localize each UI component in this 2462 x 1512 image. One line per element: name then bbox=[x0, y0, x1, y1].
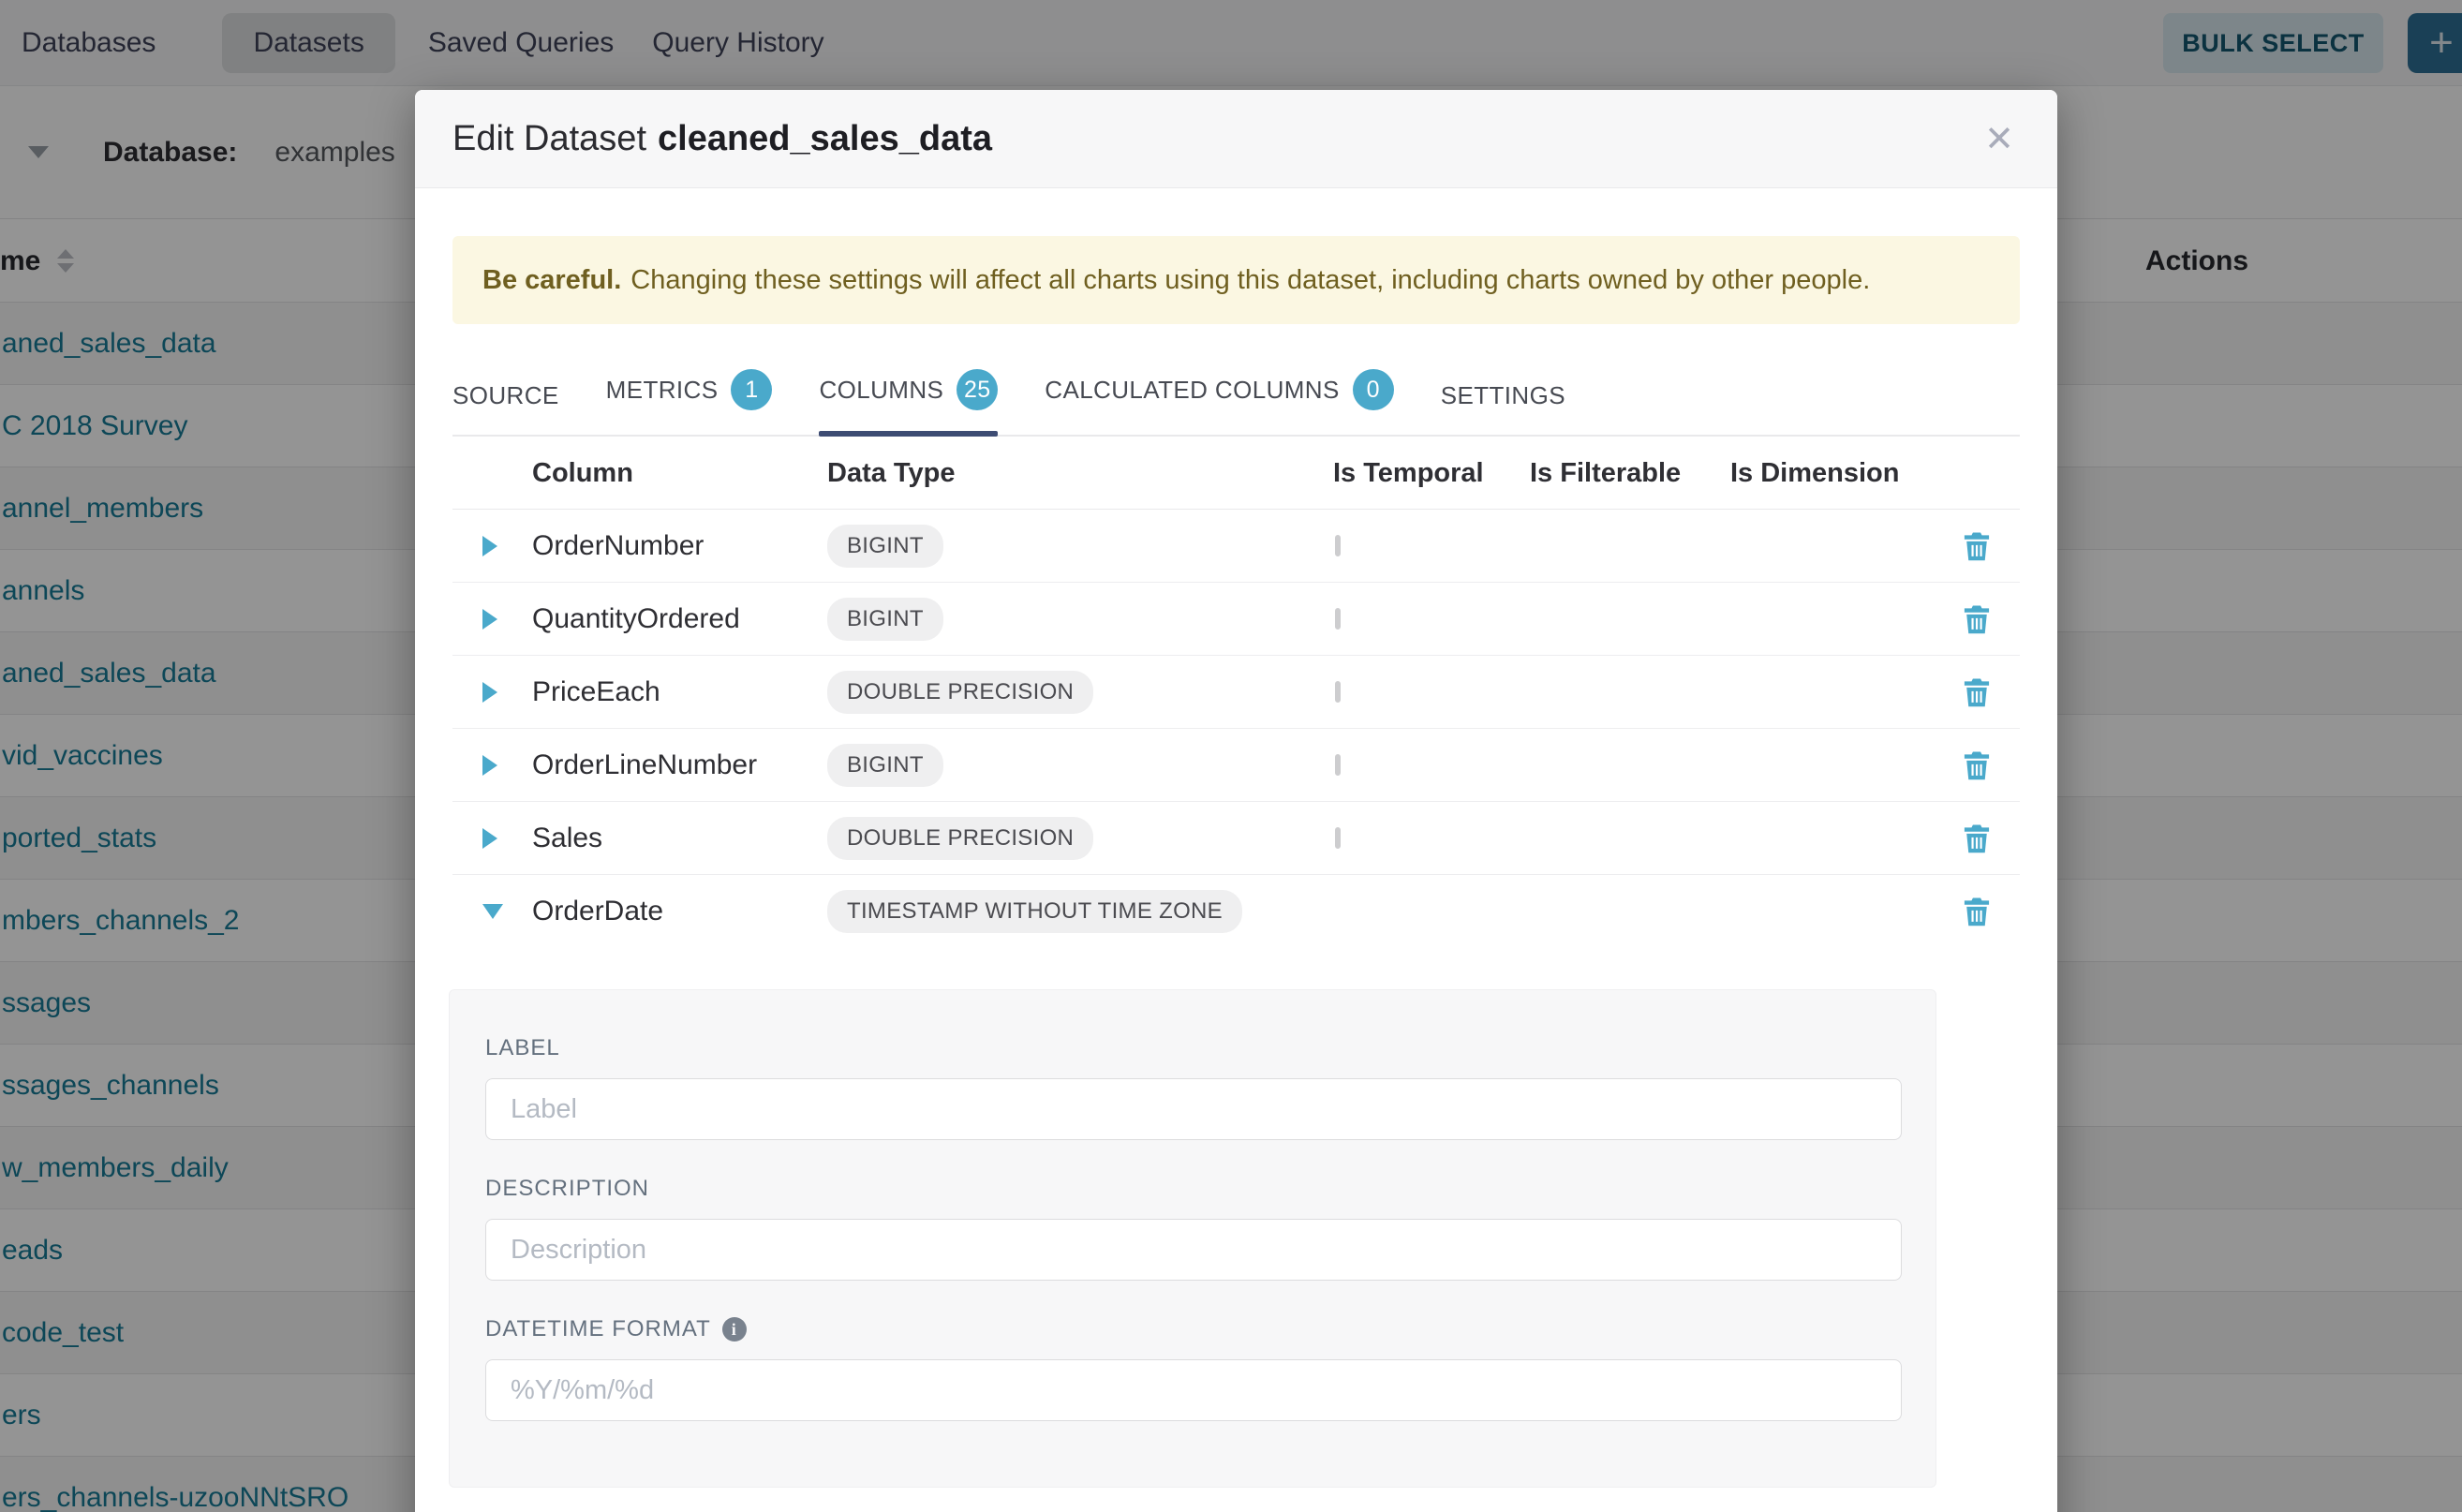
columns-count-badge: 25 bbox=[957, 369, 998, 410]
label-field-label: LABEL bbox=[485, 1035, 1900, 1061]
modal-tabs: SOURCE METRICS 1 COLUMNS 25 CALCULATED C… bbox=[452, 356, 2020, 437]
expand-caret-icon[interactable] bbox=[452, 536, 516, 556]
tab-label: COLUMNS bbox=[819, 376, 943, 405]
column-row: OrderLineNumber BIGINT bbox=[452, 729, 2020, 802]
column-row: QuantityOrdered BIGINT bbox=[452, 583, 2020, 656]
modal-title-prefix: Edit Dataset bbox=[452, 119, 646, 159]
tab-label: METRICS bbox=[606, 376, 719, 405]
tab-label: SOURCE bbox=[452, 381, 559, 410]
tab-metrics[interactable]: METRICS 1 bbox=[606, 356, 773, 435]
info-icon[interactable]: i bbox=[722, 1317, 747, 1342]
delete-column-icon[interactable] bbox=[1963, 531, 1991, 561]
label-input[interactable] bbox=[485, 1078, 1902, 1140]
column-edit-panel: LABEL DESCRIPTION DATETIME FORMAT i bbox=[449, 989, 1936, 1488]
column-row: PriceEach DOUBLE PRECISION bbox=[452, 656, 2020, 729]
description-field-group: DESCRIPTION bbox=[485, 1176, 1900, 1281]
description-input[interactable] bbox=[485, 1219, 1902, 1281]
tab-label: CALCULATED COLUMNS bbox=[1045, 376, 1339, 405]
column-name: QuantityOrdered bbox=[516, 603, 827, 635]
tab-settings[interactable]: SETTINGS bbox=[1441, 368, 1565, 435]
column-row: OrderNumber BIGINT bbox=[452, 510, 2020, 583]
data-type-pill: BIGINT bbox=[827, 525, 943, 568]
delete-column-icon[interactable] bbox=[1963, 677, 1991, 707]
is-temporal-header: Is Temporal bbox=[1333, 458, 1530, 489]
delete-column-icon[interactable] bbox=[1963, 604, 1991, 634]
data-type-pill: BIGINT bbox=[827, 598, 943, 641]
tab-columns[interactable]: COLUMNS 25 bbox=[819, 356, 998, 435]
columns-table-header: Column Data Type Is Temporal Is Filterab… bbox=[452, 438, 2020, 510]
is-temporal-checkbox[interactable] bbox=[1335, 535, 1341, 556]
modal-title-dataset-name: cleaned_sales_data bbox=[658, 119, 992, 159]
warning-banner: Be careful. Changing these settings will… bbox=[452, 236, 2020, 324]
is-dimension-header: Is Dimension bbox=[1730, 458, 1933, 489]
warning-text: Changing these settings will affect all … bbox=[630, 265, 1870, 296]
column-row: Sales DOUBLE PRECISION bbox=[452, 802, 2020, 875]
tab-label: SETTINGS bbox=[1441, 381, 1565, 410]
expand-caret-icon[interactable] bbox=[452, 828, 516, 849]
delete-column-icon[interactable] bbox=[1963, 897, 1991, 926]
modal-body: Be careful. Changing these settings will… bbox=[415, 236, 2057, 1488]
delete-column-icon[interactable] bbox=[1963, 750, 1991, 780]
column-name: OrderNumber bbox=[516, 530, 827, 562]
expand-caret-icon[interactable] bbox=[452, 755, 516, 776]
datetime-format-field-group: DATETIME FORMAT i bbox=[485, 1316, 1900, 1421]
edit-dataset-modal: Edit Dataset cleaned_sales_data ✕ Be car… bbox=[415, 90, 2057, 1512]
is-temporal-checkbox[interactable] bbox=[1335, 681, 1341, 703]
column-name: OrderLineNumber bbox=[516, 749, 827, 781]
column-name: PriceEach bbox=[516, 676, 827, 708]
datetime-format-input[interactable] bbox=[485, 1359, 1902, 1421]
data-type-pill: DOUBLE PRECISION bbox=[827, 817, 1093, 860]
is-filterable-header: Is Filterable bbox=[1530, 458, 1730, 489]
is-temporal-checkbox[interactable] bbox=[1335, 754, 1341, 776]
column-header: Column bbox=[516, 458, 827, 489]
column-name: Sales bbox=[516, 823, 827, 854]
expand-caret-icon[interactable] bbox=[452, 682, 516, 703]
is-temporal-checkbox[interactable] bbox=[1335, 608, 1341, 630]
expand-caret-icon[interactable] bbox=[452, 609, 516, 630]
calculated-columns-count-badge: 0 bbox=[1353, 369, 1394, 410]
columns-table: Column Data Type Is Temporal Is Filterab… bbox=[452, 438, 2020, 948]
metrics-count-badge: 1 bbox=[731, 369, 772, 410]
tab-calculated-columns[interactable]: CALCULATED COLUMNS 0 bbox=[1045, 356, 1393, 435]
datetime-format-field-label: DATETIME FORMAT i bbox=[485, 1316, 1900, 1342]
collapse-caret-icon[interactable] bbox=[452, 904, 516, 919]
modal-title: Edit Dataset cleaned_sales_data bbox=[452, 90, 992, 188]
data-type-pill: BIGINT bbox=[827, 744, 943, 787]
tab-source[interactable]: SOURCE bbox=[452, 368, 559, 435]
description-field-label: DESCRIPTION bbox=[485, 1176, 1900, 1202]
close-icon[interactable]: ✕ bbox=[1984, 90, 2014, 188]
screen: Databases Datasets Saved Queries Query H… bbox=[0, 0, 2462, 1512]
label-field-group: LABEL bbox=[485, 1035, 1900, 1140]
data-type-pill: TIMESTAMP WITHOUT TIME ZONE bbox=[827, 890, 1242, 933]
data-type-pill: DOUBLE PRECISION bbox=[827, 671, 1093, 714]
delete-column-icon[interactable] bbox=[1963, 823, 1991, 853]
modal-header: Edit Dataset cleaned_sales_data ✕ bbox=[415, 90, 2057, 188]
data-type-header: Data Type bbox=[827, 458, 1333, 489]
column-row-expanded: OrderDate TIMESTAMP WITHOUT TIME ZONE bbox=[452, 875, 2020, 948]
is-temporal-checkbox[interactable] bbox=[1335, 827, 1341, 849]
warning-bold-text: Be careful. bbox=[482, 265, 621, 296]
column-name: OrderDate bbox=[516, 896, 827, 927]
